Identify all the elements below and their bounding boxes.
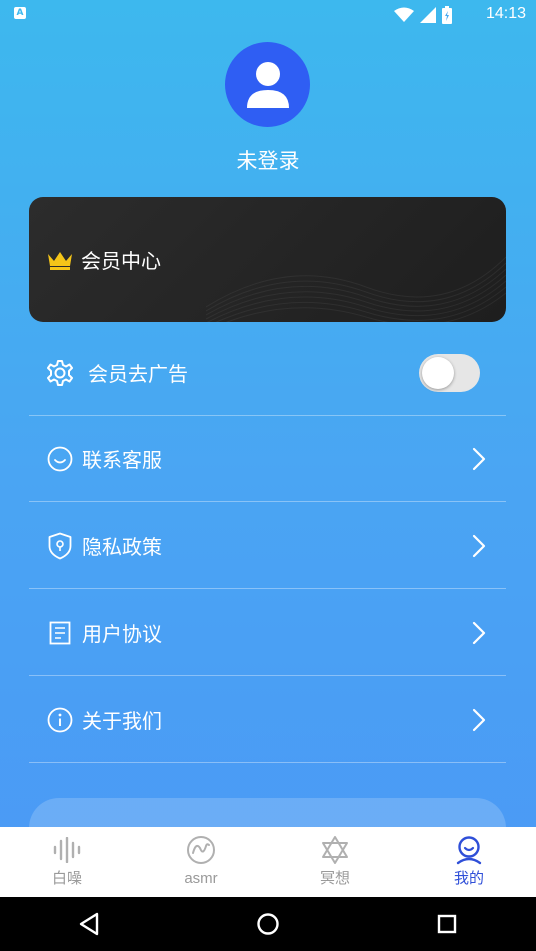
shield-icon: [48, 532, 72, 559]
back-triangle-icon: [80, 912, 99, 936]
notification-icon: A: [14, 7, 26, 19]
about-us-label: 关于我们: [82, 709, 162, 733]
battery-icon: [442, 6, 452, 24]
recents-square-icon: [437, 914, 456, 934]
vip-center-label: 会员中心: [81, 249, 161, 273]
ad-free-toggle[interactable]: [419, 353, 480, 392]
mine-screen: A 14:13 未登录 会员中心 会员去广告 联系客服 隐私政策 用户协议 关于…: [0, 0, 536, 951]
card-wave-decoration: [206, 256, 506, 322]
soundwave-icon: [53, 837, 81, 863]
chevron-right-icon: [472, 447, 486, 470]
contact-support-label: 联系客服: [82, 448, 162, 472]
nav-label-white-noise: 白噪: [51, 870, 82, 887]
privacy-policy-label: 隐私政策: [82, 535, 162, 559]
avatar[interactable]: [225, 42, 310, 127]
menu-item-contact-support[interactable]: 联系客服: [29, 416, 506, 502]
nav-label-asmr: asmr: [184, 870, 218, 887]
nav-tab-white-noise[interactable]: 白噪: [0, 827, 134, 897]
gear-icon: [47, 359, 73, 386]
system-back-button[interactable]: [69, 904, 109, 944]
chevron-right-icon: [472, 708, 486, 731]
crown-icon: [48, 251, 72, 270]
nav-label-mine: 我的: [453, 870, 484, 887]
toggle-knob: [422, 356, 454, 389]
nav-tab-meditation[interactable]: 冥想: [268, 827, 402, 897]
nav-label-meditation: 冥想: [319, 870, 350, 887]
wifi-icon: [394, 7, 414, 22]
user-face-icon: [456, 836, 482, 865]
user-icon: [246, 61, 289, 108]
signal-icon: [420, 7, 436, 23]
vip-center-card[interactable]: 会员中心: [29, 197, 506, 322]
user-agreement-label: 用户协议: [82, 622, 162, 646]
document-icon: [49, 621, 71, 644]
nav-tab-mine[interactable]: 我的: [402, 827, 536, 897]
info-icon: [47, 707, 73, 732]
system-recents-button[interactable]: [427, 904, 467, 944]
star-of-david-icon: [322, 836, 348, 864]
status-bar: A 14:13: [0, 0, 536, 28]
nav-tab-asmr[interactable]: asmr: [134, 827, 268, 897]
bottom-nav: 白噪 asmr 冥想 我的: [0, 827, 536, 897]
menu-item-ad-free: 会员去广告: [29, 330, 506, 416]
home-circle-icon: [257, 913, 279, 935]
smile-icon: [47, 446, 73, 471]
chevron-right-icon: [472, 534, 486, 557]
status-time: 14:13: [485, 5, 526, 22]
menu-item-about-us[interactable]: 关于我们: [29, 677, 506, 763]
menu-item-user-agreement[interactable]: 用户协议: [29, 590, 506, 676]
system-home-button[interactable]: [248, 904, 288, 944]
login-status-text[interactable]: 未登录: [0, 146, 536, 176]
menu-item-privacy-policy[interactable]: 隐私政策: [29, 503, 506, 589]
asmr-wave-icon: [187, 836, 215, 864]
ad-free-label: 会员去广告: [88, 362, 188, 386]
system-nav-bar: [0, 897, 536, 951]
chevron-right-icon: [472, 621, 486, 644]
